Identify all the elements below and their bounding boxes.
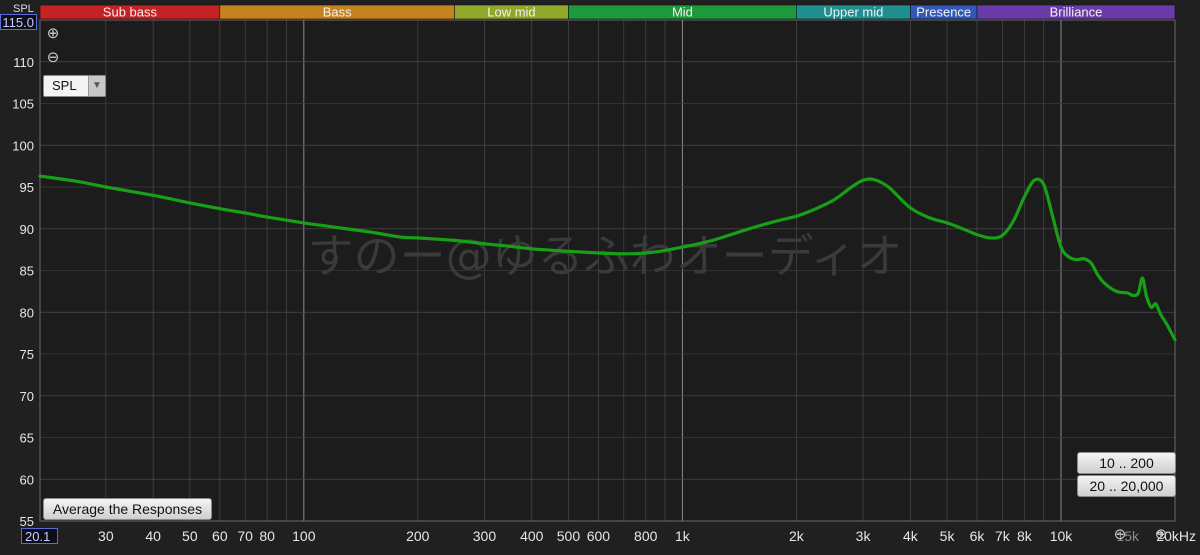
- band-label: Mid: [672, 5, 693, 20]
- x-tick-label: 50: [182, 528, 198, 544]
- band-label: Brilliance: [1050, 5, 1103, 20]
- y-tick-label: 90: [20, 222, 34, 237]
- range-10-200-button[interactable]: 10 .. 200: [1077, 452, 1176, 474]
- x-zoom-out-icon[interactable]: ⊖: [1112, 527, 1128, 543]
- x-tick-label: 5k: [940, 528, 956, 544]
- y-tick-label: 60: [20, 472, 34, 487]
- band-label: Low mid: [487, 5, 535, 20]
- band-label: Bass: [323, 5, 352, 20]
- x-axis: 30 40 50 60 70 80 100 200 300 400 500 600 800 1k 2k 3k 4…: [98, 528, 1196, 544]
- unit-select[interactable]: SPL ▼: [43, 75, 106, 97]
- y-tick-label: 85: [20, 264, 34, 279]
- y-tick-label: 110: [13, 55, 34, 70]
- x-tick-label: 60: [212, 528, 228, 544]
- y-max-input[interactable]: 115.0: [0, 14, 37, 30]
- x-tick-label: 70: [237, 528, 253, 544]
- y-tick-label: 55: [20, 514, 34, 529]
- unit-select-value: SPL: [52, 78, 77, 93]
- x-tick-label: 3k: [856, 528, 872, 544]
- y-tick-label: 65: [20, 431, 34, 446]
- average-responses-button[interactable]: Average the Responses: [43, 498, 212, 520]
- x-tick-label: 80: [259, 528, 275, 544]
- y-tick-label: 70: [20, 389, 34, 404]
- x-zoom-in-icon[interactable]: ⊕: [1153, 527, 1169, 543]
- x-tick-label: 40: [145, 528, 161, 544]
- y-tick-label: 95: [20, 180, 34, 195]
- chevron-down-icon: ▼: [88, 76, 105, 96]
- x-tick-label: 400: [520, 528, 544, 544]
- band-label: Upper mid: [823, 5, 883, 20]
- x-tick-label: 100: [292, 528, 316, 544]
- x-tick-label: 800: [634, 528, 658, 544]
- x-tick-label: 7k: [995, 528, 1011, 544]
- zoom-in-icon[interactable]: ⊕: [45, 26, 61, 42]
- zoom-out-icon[interactable]: ⊖: [45, 50, 61, 66]
- y-tick-label: 75: [20, 347, 34, 362]
- x-tick-label: 8k: [1017, 528, 1033, 544]
- x-tick-label: 10k: [1050, 528, 1074, 544]
- x-tick-label: 2k: [789, 528, 805, 544]
- band-bar: Sub bass Bass Low mid Mid Upper mid Presence B…: [39, 5, 1176, 20]
- y-tick-label: 80: [20, 305, 34, 320]
- x-tick-label: 500: [557, 528, 581, 544]
- band-label: Presence: [916, 5, 971, 20]
- x-min-input[interactable]: 20.1: [21, 528, 58, 544]
- x-tick-label: 6k: [970, 528, 986, 544]
- band-label: Sub bass: [103, 5, 158, 20]
- y-tick-label: 100: [12, 138, 34, 153]
- y-tick-label: 105: [12, 97, 34, 112]
- x-tick-label: 300: [473, 528, 497, 544]
- range-20-20000-button[interactable]: 20 .. 20,000: [1077, 475, 1176, 497]
- x-tick-label: 600: [587, 528, 611, 544]
- frequency-response-chart: Sub bass Bass Low mid Mid Upper mid Presence B…: [0, 0, 1200, 555]
- x-tick-label: 200: [406, 528, 430, 544]
- x-tick-label: 30: [98, 528, 114, 544]
- x-tick-label: 4k: [903, 528, 919, 544]
- x-tick-label: 1k: [675, 528, 691, 544]
